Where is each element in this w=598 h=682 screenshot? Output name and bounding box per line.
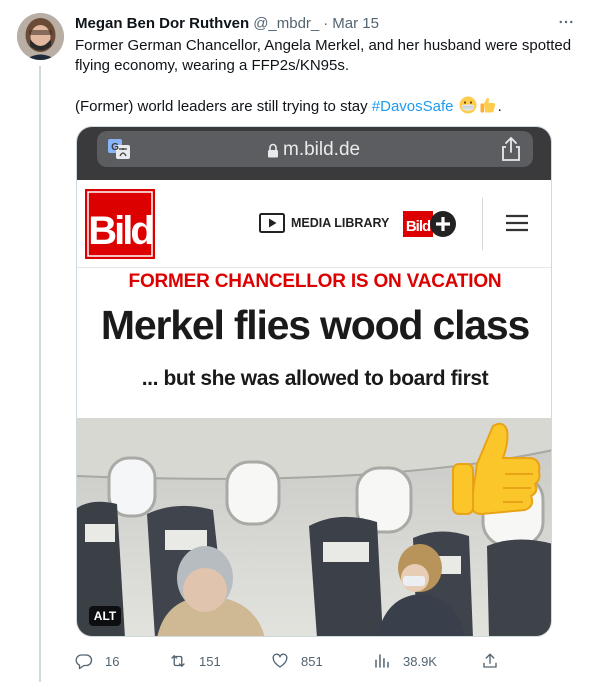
video-play-icon <box>259 213 285 233</box>
share-button[interactable] <box>481 650 511 672</box>
views-button[interactable]: 38.9K <box>373 650 437 672</box>
alt-badge[interactable]: ALT <box>89 606 121 626</box>
bild-site-header: Bild MEDIA LIBRARY Bild <box>77 180 551 268</box>
tweet-date[interactable]: Mar 15 <box>332 15 379 32</box>
airplane-cabin-photo <box>77 418 551 636</box>
like-button[interactable]: 851 <box>271 650 323 672</box>
media-library-label: MEDIA LIBRARY <box>291 216 390 230</box>
retweet-count: 151 <box>199 653 221 669</box>
heart-icon <box>272 653 288 668</box>
article-subline: ... but she was allowed to board first <box>141 367 489 390</box>
article-headline-area: FORMER CHANCELLOR IS ON VACATION Merkel … <box>77 268 551 418</box>
svg-text:G: G <box>111 142 119 153</box>
tweet-text: Former German Chancellor, Angela Merkel,… <box>75 36 575 117</box>
retweet-icon <box>171 655 185 667</box>
mask-face-emoji-icon <box>459 96 477 114</box>
share-icon <box>483 653 497 668</box>
tweet-text-line1: Former German Chancellor, Angela Merkel,… <box>75 37 572 74</box>
reply-icon <box>75 654 93 670</box>
avatar[interactable] <box>17 13 64 60</box>
hamburger-menu-icon <box>506 214 528 232</box>
tweet-text-prefix: (Former) world leaders are still trying … <box>75 98 368 115</box>
retweet-button[interactable]: 151 <box>169 650 221 672</box>
reply-count: 16 <box>105 653 120 669</box>
thread-line <box>39 66 41 682</box>
thumbs-up-sticker-icon <box>452 422 541 516</box>
translate-icon: G <box>108 139 130 159</box>
url-pill: G m.bild.de <box>97 131 533 167</box>
views-chart-icon <box>375 654 389 668</box>
separator-dot: · <box>323 14 329 32</box>
tweet-actions: 16 151 851 38.9K <box>75 650 515 672</box>
avatar-image <box>17 13 64 60</box>
browser-share-icon <box>502 136 520 161</box>
lock-icon <box>268 143 278 157</box>
tweet-text-suffix: . <box>497 98 502 115</box>
url-label: m.bild.de <box>283 139 361 160</box>
tweet-header: Megan Ben Dor Ruthven @_mbdr_ · Mar 15 <box>75 13 379 33</box>
tweet-media-image[interactable]: G m.bild.de Bild MEDIA LIBRARY Bild FORM… <box>76 126 552 637</box>
tweet-text-line2: (Former) world leaders are still trying … <box>75 96 575 117</box>
media-library-link: MEDIA LIBRARY <box>259 213 389 233</box>
more-options-icon[interactable] <box>554 10 578 34</box>
bild-logo: Bild <box>85 189 155 259</box>
header-divider <box>482 198 483 250</box>
author-handle[interactable]: @_mbdr_ <box>253 15 319 32</box>
views-count: 38.9K <box>403 653 437 669</box>
like-count: 851 <box>301 653 323 669</box>
thumbs-up-emoji-icon <box>480 97 495 113</box>
hashtag-link[interactable]: #DavosSafe <box>372 98 454 115</box>
reply-button[interactable]: 16 <box>75 650 119 672</box>
svg-text:Bild: Bild <box>88 209 152 253</box>
browser-address-bar: G m.bild.de <box>77 127 551 180</box>
article-headline: Merkel flies wood class <box>100 302 530 348</box>
author-name[interactable]: Megan Ben Dor Ruthven <box>75 15 249 32</box>
article-kicker: FORMER CHANCELLOR IS ON VACATION <box>128 271 502 292</box>
svg-text:Bild: Bild <box>406 218 431 235</box>
url-text: m.bild.de <box>267 139 360 161</box>
bild-plus-logo: Bild <box>403 211 456 237</box>
